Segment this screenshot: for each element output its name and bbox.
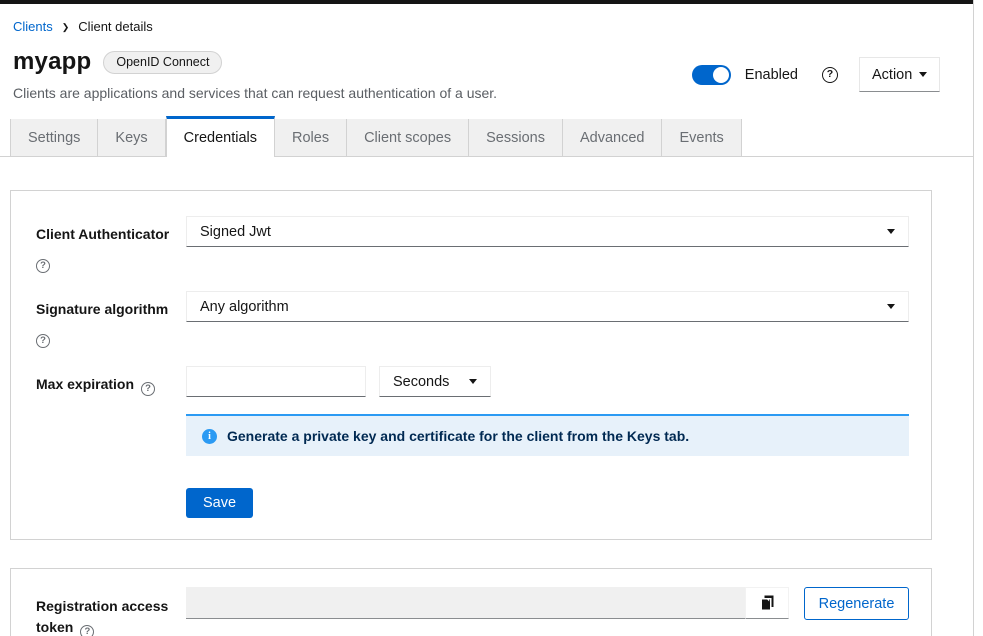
client-authenticator-select[interactable]: Signed Jwt (186, 216, 909, 247)
page-header: myapp OpenID Connect Clients are applica… (0, 34, 983, 101)
tab-settings[interactable]: Settings (10, 119, 98, 156)
header-left: myapp OpenID Connect Clients are applica… (13, 48, 497, 101)
caret-down-icon (887, 304, 895, 309)
signature-algorithm-row: Signature algorithm ? Any algorithm (36, 291, 909, 348)
signature-algorithm-help-icon[interactable]: ? (36, 334, 50, 348)
save-button[interactable]: Save (186, 488, 253, 518)
tab-bar: Settings Keys Credentials Roles Client s… (0, 116, 973, 157)
max-expiration-label: Max expiration (36, 376, 134, 392)
registration-token-row: Registration access token? Reg (36, 587, 909, 636)
caret-down-icon (469, 379, 477, 384)
registration-token-group (186, 587, 789, 619)
scrollbar-track[interactable] (973, 0, 983, 636)
breadcrumb-link-clients[interactable]: Clients (13, 19, 53, 34)
registration-token-card: Registration access token? Reg (10, 568, 932, 636)
client-authenticator-value: Signed Jwt (200, 224, 271, 240)
tab-client-scopes[interactable]: Client scopes (347, 119, 469, 156)
enabled-toggle[interactable] (692, 65, 731, 85)
time-unit-select[interactable]: Seconds (379, 366, 491, 397)
tab-sessions[interactable]: Sessions (469, 119, 563, 156)
info-icon: i (202, 429, 217, 444)
max-expiration-help-icon[interactable]: ? (141, 382, 155, 396)
caret-down-icon (919, 72, 927, 77)
header-controls: Enabled ? Action (692, 57, 940, 92)
enabled-label: Enabled (745, 67, 798, 83)
tab-credentials[interactable]: Credentials (166, 116, 275, 157)
page-title: myapp (13, 48, 91, 76)
client-authenticator-help-icon[interactable]: ? (36, 259, 50, 273)
max-expiration-input[interactable] (186, 366, 366, 397)
tab-advanced[interactable]: Advanced (563, 119, 663, 156)
copy-button[interactable] (745, 587, 789, 619)
signature-algorithm-label: Signature algorithm (36, 301, 168, 317)
tab-events[interactable]: Events (662, 119, 741, 156)
registration-token-label: Registration access token (36, 598, 168, 635)
page-description: Clients are applications and services th… (13, 85, 497, 101)
toggle-knob (713, 67, 729, 83)
protocol-badge: OpenID Connect (103, 51, 222, 74)
action-dropdown[interactable]: Action (859, 57, 940, 92)
enabled-help-icon[interactable]: ? (822, 67, 838, 83)
info-alert: i Generate a private key and certificate… (186, 414, 909, 456)
info-alert-text: Generate a private key and certificate f… (227, 428, 689, 444)
regenerate-button[interactable]: Regenerate (804, 587, 909, 620)
registration-token-help-icon[interactable]: ? (80, 625, 94, 636)
credentials-tab-panel: Client Authenticator ? Signed Jwt Signat… (0, 157, 983, 636)
tab-roles[interactable]: Roles (275, 119, 347, 156)
max-expiration-row: Max expiration? Seconds (36, 366, 909, 397)
breadcrumb-separator-icon: ❯ (62, 22, 70, 33)
masthead-bottom-edge (0, 0, 973, 4)
credentials-form-card: Client Authenticator ? Signed Jwt Signat… (10, 190, 932, 540)
breadcrumb-current: Client details (78, 19, 152, 34)
copy-icon (760, 595, 775, 611)
caret-down-icon (887, 229, 895, 234)
breadcrumb: Clients ❯ Client details (0, 4, 983, 34)
client-details-page: Clients ❯ Client details myapp OpenID Co… (0, 0, 983, 636)
client-authenticator-row: Client Authenticator ? Signed Jwt (36, 216, 909, 273)
signature-algorithm-select[interactable]: Any algorithm (186, 291, 909, 322)
signature-algorithm-value: Any algorithm (200, 299, 289, 315)
registration-token-input[interactable] (186, 587, 745, 619)
time-unit-value: Seconds (393, 374, 449, 390)
tab-keys[interactable]: Keys (98, 119, 165, 156)
client-authenticator-label: Client Authenticator (36, 226, 169, 242)
action-dropdown-label: Action (872, 67, 912, 83)
